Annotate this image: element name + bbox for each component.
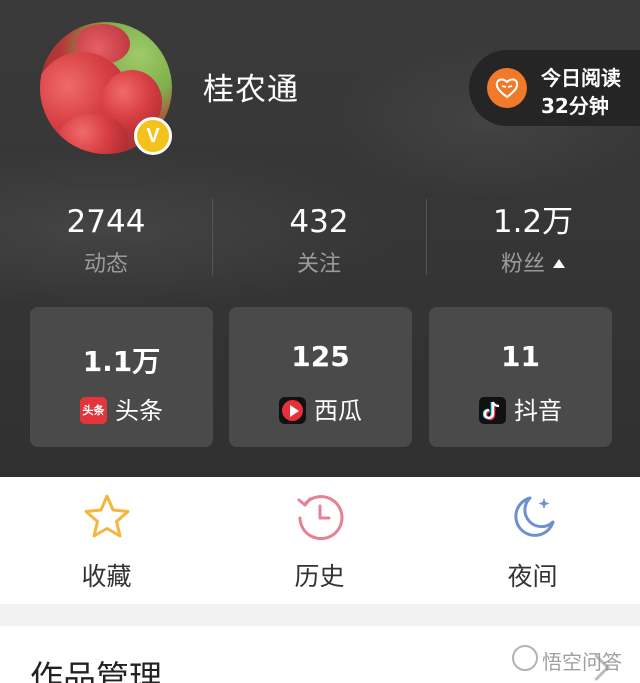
stat-posts[interactable]: 2744 动态 [0, 200, 212, 278]
platform-value: 11 [501, 340, 540, 373]
platform-card-xigua[interactable]: 125 西瓜 [229, 307, 412, 447]
watermark-logo-icon [512, 645, 538, 671]
reading-duration: 32分钟 [541, 94, 609, 118]
watermark: 悟空问答 [542, 650, 622, 674]
tool-label: 历史 [294, 562, 345, 591]
platform-label: 抖音 [514, 397, 562, 425]
reading-time-pill[interactable]: 今日阅读 32分钟 [469, 50, 640, 126]
platform-label: 头条 [115, 397, 163, 425]
platform-label-row: 抖音 [429, 391, 612, 426]
star-icon [84, 494, 129, 538]
stat-value: 432 [289, 204, 349, 240]
platform-label-row: 头条 头条 [30, 391, 213, 426]
heart-book-icon [487, 68, 527, 108]
platform-label-row: 西瓜 [229, 391, 412, 426]
profile-header: V 桂农通 今日阅读 32分钟 2744 动态 432 关注 1.2万 粉丝 1… [0, 0, 640, 477]
platform-label: 西瓜 [314, 397, 362, 425]
platform-card-douyin[interactable]: 11 抖音 [429, 307, 612, 447]
stat-label: 粉丝 [500, 252, 545, 277]
stat-label: 动态 [83, 252, 128, 277]
section-separator [0, 604, 640, 626]
history-clock-icon [297, 495, 343, 541]
works-title: 作品管理 [30, 658, 162, 683]
xigua-icon [279, 396, 306, 424]
stat-label-row: 粉丝 [427, 246, 639, 278]
stat-fans[interactable]: 1.2万 粉丝 [427, 200, 639, 278]
stat-label: 关注 [296, 252, 341, 277]
stat-value: 2744 [66, 204, 146, 240]
toutiao-icon: 头条 [80, 396, 107, 424]
tool-label: 收藏 [81, 562, 132, 591]
douyin-icon [479, 396, 506, 424]
verified-badge-icon: V [134, 117, 172, 155]
tool-history[interactable]: 历史 [213, 477, 426, 604]
tool-night-mode[interactable]: 夜间 [426, 477, 639, 604]
stat-following[interactable]: 432 关注 [213, 200, 425, 278]
platform-value: 1.1万 [82, 345, 161, 378]
username[interactable]: 桂农通 [203, 64, 299, 109]
platform-value: 125 [291, 340, 350, 373]
triangle-up-icon [553, 258, 565, 268]
stat-value: 1.2万 [492, 204, 574, 240]
tool-favorites[interactable]: 收藏 [0, 477, 213, 604]
platform-card-toutiao[interactable]: 1.1万 头条 头条 [30, 307, 213, 447]
tool-label: 夜间 [507, 562, 558, 591]
quick-tools: 收藏 历史 夜间 [0, 477, 640, 604]
reading-label: 今日阅读 [541, 66, 621, 90]
moon-icon [513, 496, 554, 537]
